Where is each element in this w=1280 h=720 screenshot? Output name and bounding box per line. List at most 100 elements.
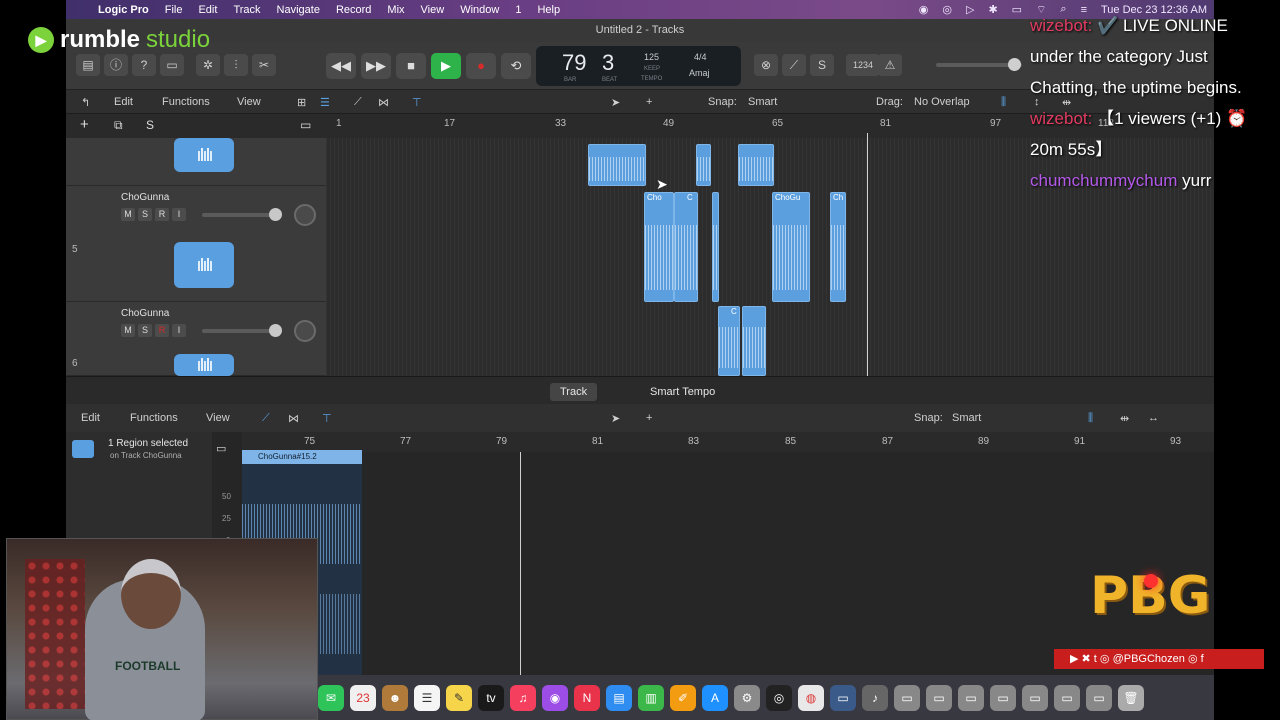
- count-in-button[interactable]: 1234: [846, 54, 880, 76]
- menu-1[interactable]: 1: [515, 4, 521, 16]
- play-button[interactable]: ▶: [431, 53, 461, 79]
- catch-icon[interactable]: ⊤: [412, 96, 422, 109]
- editor-playhead[interactable]: [520, 452, 521, 675]
- lcd-display[interactable]: 79 3 BAR BEAT 125 KEEP TEMPO 4/4 Amaj: [536, 46, 741, 86]
- stop-button[interactable]: ■: [396, 53, 426, 79]
- podcasts-icon[interactable]: ◉: [542, 684, 568, 711]
- replace-icon[interactable]: ⊗: [754, 54, 778, 76]
- audio-region[interactable]: C: [718, 306, 740, 376]
- bluetooth-icon[interactable]: ✱: [988, 3, 997, 16]
- list-view-icon[interactable]: ☰: [320, 96, 330, 109]
- automation-icon[interactable]: ⟋: [354, 96, 362, 109]
- solo-button[interactable]: S: [138, 324, 152, 337]
- pages-icon[interactable]: ✐: [670, 684, 696, 711]
- reminders-icon[interactable]: ☰: [414, 684, 440, 711]
- audio-region[interactable]: [742, 306, 766, 376]
- flex-icon[interactable]: ⋈: [378, 96, 389, 109]
- messages-icon[interactable]: ✉: [318, 684, 344, 711]
- menu-record[interactable]: Record: [336, 4, 371, 16]
- battery-icon[interactable]: ▭: [1012, 3, 1022, 16]
- editor-functions-menu[interactable]: Functions: [130, 412, 178, 424]
- editor-view-menu[interactable]: View: [206, 412, 230, 424]
- editor-waveform-area[interactable]: 50 25 0: [212, 452, 1214, 675]
- global-solo-button[interactable]: S: [146, 118, 154, 132]
- editor-catch-icon[interactable]: ⊤: [322, 412, 332, 425]
- editor-snap-select[interactable]: Smart: [952, 412, 981, 424]
- editor-flex-icon[interactable]: ⋈: [288, 412, 299, 425]
- folder-icon[interactable]: ▭: [990, 684, 1016, 711]
- trash-icon[interactable]: 🗑: [1118, 684, 1144, 711]
- tracks-functions-menu[interactable]: Functions: [162, 96, 210, 108]
- numbers-icon[interactable]: ▥: [638, 684, 664, 711]
- audio-region[interactable]: Ch: [830, 192, 846, 302]
- menu-file[interactable]: File: [165, 4, 183, 16]
- menu-app-name[interactable]: Logic Pro: [98, 4, 149, 16]
- documents-icon[interactable]: ▭: [926, 684, 952, 711]
- menu-window[interactable]: Window: [460, 4, 499, 16]
- audio-region[interactable]: ChoGu: [772, 192, 810, 302]
- play-status-icon[interactable]: ▷: [966, 3, 974, 16]
- volume-fader[interactable]: [202, 208, 282, 221]
- folder-icon[interactable]: ▭: [958, 684, 984, 711]
- solo-toolbar-icon[interactable]: S: [810, 54, 834, 76]
- editor-ruler[interactable]: 75 77 79 81 83 85 87 89 91 93: [242, 432, 1214, 452]
- forward-button[interactable]: ▶▶: [361, 53, 391, 79]
- audio-region[interactable]: Cho: [644, 192, 674, 302]
- calendar-icon[interactable]: 23: [350, 684, 376, 711]
- track-name[interactable]: ChoGunna: [121, 308, 169, 319]
- window-thumbnail-icon[interactable]: ▭: [830, 684, 856, 711]
- tab-track[interactable]: Track: [550, 383, 598, 401]
- tab-smart-tempo[interactable]: Smart Tempo: [640, 383, 725, 401]
- record-button[interactable]: ●: [466, 53, 496, 79]
- back-icon[interactable]: ↰: [81, 96, 90, 109]
- menu-mix[interactable]: Mix: [387, 4, 404, 16]
- menu-navigate[interactable]: Navigate: [277, 4, 320, 16]
- editor-pointer-tool-icon[interactable]: ➤: [611, 412, 620, 425]
- menu-view[interactable]: View: [421, 4, 445, 16]
- tracks-edit-menu[interactable]: Edit: [114, 96, 133, 108]
- solo-button[interactable]: S: [138, 208, 152, 221]
- record-enable-button[interactable]: R: [155, 208, 169, 221]
- globe-icon[interactable]: ◎: [942, 3, 952, 16]
- tracks-view-menu[interactable]: View: [237, 96, 261, 108]
- pan-knob[interactable]: [294, 204, 316, 226]
- metronome-icon[interactable]: ⚠: [878, 54, 902, 76]
- editor-region-header[interactable]: ChoGunna#15.2: [242, 450, 362, 464]
- fader-knob[interactable]: [269, 208, 282, 221]
- audio-region[interactable]: [588, 144, 646, 186]
- master-volume-slider[interactable]: [936, 58, 1022, 71]
- input-monitor-button[interactable]: I: [172, 324, 186, 337]
- chrome-icon[interactable]: ◍: [798, 684, 824, 711]
- downloads-icon[interactable]: ▭: [894, 684, 920, 711]
- input-monitor-button[interactable]: I: [172, 208, 186, 221]
- tuner-icon[interactable]: ⟋: [782, 54, 806, 76]
- pointer-tool-icon[interactable]: ➤: [611, 96, 620, 109]
- notes-icon[interactable]: ✎: [446, 684, 472, 711]
- editor-pencil-tool-icon[interactable]: +: [646, 412, 652, 424]
- audio-region[interactable]: [696, 144, 711, 186]
- tv-icon[interactable]: tv: [478, 684, 504, 711]
- music-folder-icon[interactable]: ♪: [862, 684, 888, 711]
- folder-icon[interactable]: ▭: [1054, 684, 1080, 711]
- editor-zoom-icon[interactable]: ↔: [1148, 412, 1159, 424]
- editor-edit-menu[interactable]: Edit: [81, 412, 100, 424]
- track-header-5[interactable]: ChoGunna M S R I 5 ıIıIı: [66, 186, 326, 302]
- audio-region[interactable]: [738, 144, 774, 186]
- waveform-zoom-icon[interactable]: ⫼: [1001, 96, 1006, 109]
- menu-track[interactable]: Track: [233, 4, 260, 16]
- mute-button[interactable]: M: [121, 324, 135, 337]
- playhead[interactable]: [867, 133, 868, 376]
- fader-knob[interactable]: [269, 324, 282, 337]
- record-status-icon[interactable]: ◉: [919, 3, 929, 16]
- cycle-button[interactable]: ⟲: [501, 53, 531, 79]
- mute-button[interactable]: M: [121, 208, 135, 221]
- app-store-icon[interactable]: A: [702, 684, 728, 711]
- menu-edit[interactable]: Edit: [198, 4, 217, 16]
- keynote-icon[interactable]: ▤: [606, 684, 632, 711]
- record-enable-button[interactable]: R: [155, 324, 169, 337]
- drag-select[interactable]: No Overlap: [914, 96, 970, 108]
- duplicate-track-icon[interactable]: ⧉: [114, 118, 123, 133]
- pencil-tool-icon[interactable]: +: [646, 96, 652, 108]
- add-track-icon[interactable]: +: [80, 116, 89, 133]
- music-icon[interactable]: ♫: [510, 684, 536, 711]
